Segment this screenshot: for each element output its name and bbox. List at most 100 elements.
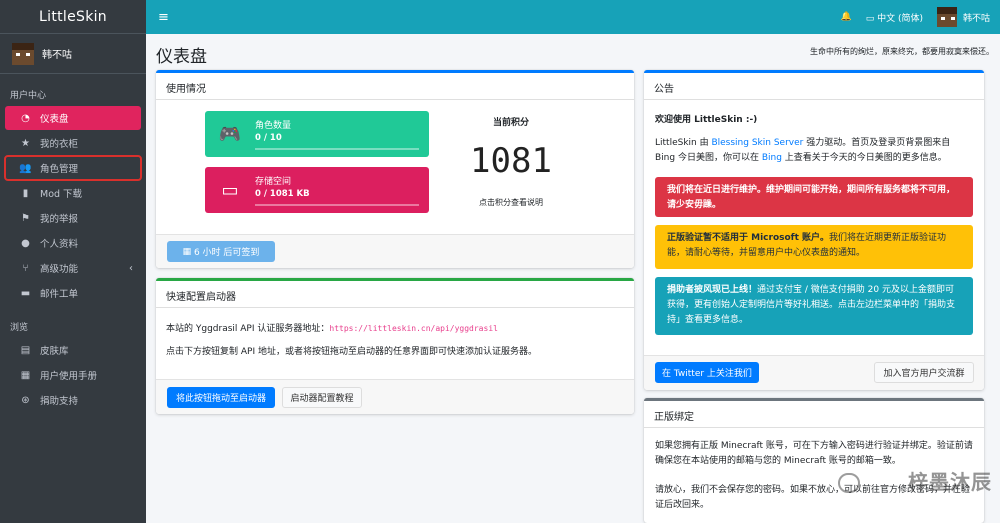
announcement-card-title: 公告	[644, 73, 984, 100]
launcher-instructions: 点击下方按钮复制 API 地址，或者将按钮拖动至启动器的任意界面即可快速添加认证…	[166, 347, 537, 357]
brand-logo[interactable]: LittleSkin	[0, 0, 146, 34]
calendar-icon: ▦	[182, 246, 194, 257]
announcement-card-footer: 在 Twitter 上关注我们 加入官方用户交流群	[644, 355, 984, 390]
announcement-card: 公告 欢迎使用 LittleSkin :-) LittleSkin 由 Bles…	[644, 70, 984, 390]
bell-icon[interactable]: 🔔	[841, 12, 852, 22]
sidebar-item-label: 个人资料	[40, 239, 79, 250]
drag-to-launcher-button[interactable]: 将此按钮拖动至启动器	[167, 387, 275, 408]
user-icon: ●	[21, 237, 30, 249]
score-hint: 点击积分查看说明	[479, 198, 543, 207]
sidebar-item-label: 用户使用手册	[40, 371, 98, 382]
launcher-card: 快速配置启动器 本站的 Yggdrasil API 认证服务器地址：https:…	[156, 278, 634, 414]
branch-icon: ⑂	[22, 262, 29, 274]
dashboard-icon: ◔	[21, 112, 30, 124]
storage-progress	[255, 204, 419, 206]
launcher-card-title: 快速配置启动器	[156, 281, 634, 308]
top-navbar: ≡ 🔔 ▭ 中文 (简体) 韩不咕	[146, 0, 1000, 34]
nav-header-user-center: 用户中心	[10, 91, 47, 101]
sidebar-item-label: 我的举报	[40, 214, 79, 225]
sidebar: LittleSkin 韩不咕 用户中心 ◔ 仪表盘 ★ 我的衣柜 👥 角色管理 …	[0, 0, 146, 523]
language-label: 中文 (简体)	[877, 13, 923, 24]
api-line-prefix: 本站的 Yggdrasil API 认证服务器地址：	[166, 324, 330, 334]
sidebar-item-profile[interactable]: ● 个人资料	[5, 231, 141, 255]
sidebar-item-dashboard[interactable]: ◔ 仪表盘	[5, 106, 141, 130]
page-title: 仪表盘	[156, 47, 207, 67]
mail-icon: ▬	[20, 287, 31, 299]
maintenance-alert: 我们将在近日进行维护。维护期间可能开始，期间所有服务都将不可用，请少安毋躁。	[655, 177, 973, 217]
hdd-icon: ▭	[221, 179, 239, 201]
announcement-intro: LittleSkin 由 Blessing Skin Server 强力驱动。首…	[655, 136, 973, 166]
players-value: 0 / 10	[255, 133, 282, 143]
sidebar-username: 韩不咕	[42, 50, 72, 61]
flag-icon: ⚑	[21, 212, 30, 224]
binding-paragraph-1: 如果您拥有正版 Minecraft 账号，可在下方输入密码进行验证并绑定。验证前…	[655, 441, 973, 466]
hamburger-menu-icon[interactable]: ≡	[158, 10, 169, 25]
players-info-box: 🎮 角色数量 0 / 10	[205, 111, 429, 157]
sidebar-item-label: 仪表盘	[40, 114, 69, 125]
players-label: 角色数量	[255, 121, 292, 131]
user-panel[interactable]: 韩不咕	[0, 34, 146, 74]
sidebar-item-label: 皮肤库	[40, 346, 69, 357]
sidebar-item-skinlib[interactable]: ▤ 皮肤库	[5, 338, 141, 362]
language-switcher[interactable]: ▭ 中文 (简体)	[866, 11, 923, 24]
storage-value: 0 / 1081 KB	[255, 189, 310, 199]
intro-text-a: LittleSkin 由	[655, 138, 712, 148]
star-icon: ★	[21, 137, 30, 149]
cape-alert: 捐助者披风现已上线！通过支付宝 / 微信支付捐助 20 元及以上金额即可获得，更…	[655, 277, 973, 335]
user-avatar	[12, 42, 34, 65]
user-menu[interactable]: 韩不咕	[936, 7, 990, 27]
nav-header-explore: 浏览	[10, 323, 29, 333]
book-icon: ▮	[22, 187, 29, 199]
launcher-api-line: 本站的 Yggdrasil API 认证服务器地址：https://little…	[166, 321, 626, 337]
chevron-left-icon: ‹	[129, 262, 133, 274]
sidebar-item-closet[interactable]: ★ 我的衣柜	[5, 131, 141, 155]
intro-text-c: 上查看关于今天的今日美图的更多信息。	[781, 153, 947, 163]
storage-label: 存储空间	[255, 177, 292, 187]
twitter-follow-button[interactable]: 在 Twitter 上关注我们	[655, 362, 759, 383]
wechat-watermark-icon	[838, 473, 860, 493]
motto-text: 生命中所有的绚烂，原来终究，都要用寂寞来偿还。	[810, 47, 994, 56]
usage-card: 使用情况 🎮 角色数量 0 / 10 ▭ 存储空间 0 / 1081 KB 当前…	[156, 70, 634, 268]
gamepad-icon: 🎮	[218, 123, 242, 145]
watermark-text: 梓墨沐辰	[908, 470, 992, 494]
sidebar-item-players[interactable]: 👥 角色管理	[4, 155, 142, 181]
sidebar-item-label: Mod 下载	[40, 189, 83, 200]
usage-card-footer: ▦ 6 小时 后可签到	[156, 234, 634, 268]
launcher-tutorial-button[interactable]: 启动器配置教程	[282, 387, 362, 408]
binding-card: 正版绑定 如果您拥有正版 Minecraft 账号，可在下方输入密码进行验证并绑…	[644, 398, 984, 523]
sidebar-item-reports[interactable]: ⚑ 我的举报	[5, 206, 141, 230]
sidebar-item-label: 角色管理	[40, 164, 79, 175]
donate-icon: ⊛	[21, 394, 30, 406]
language-icon: ▭	[865, 13, 878, 24]
top-username: 韩不咕	[962, 13, 990, 24]
blessing-skin-link[interactable]: Blessing Skin Server	[711, 138, 803, 148]
alert-maintenance-text: 我们将在近日进行维护。维护期间可能开始，期间所有服务都将不可用，请少安毋躁。	[667, 185, 956, 210]
microsoft-alert: 正版验证暂不适用于 Microsoft 账户。我们将在近期更新正版验证功能，请耐…	[655, 225, 973, 269]
sidebar-item-advanced[interactable]: ⑂ 高级功能 ‹	[5, 256, 141, 280]
score-value[interactable]: 1081	[446, 141, 576, 181]
sidebar-item-label: 捐助支持	[40, 396, 79, 407]
alert-cape-bold: 捐助者披风现已上线！	[667, 285, 758, 295]
sign-button[interactable]: ▦ 6 小时 后可签到	[167, 241, 275, 262]
binding-card-title: 正版绑定	[644, 401, 984, 428]
players-progress	[255, 148, 419, 150]
usage-card-title: 使用情况	[156, 73, 634, 100]
sidebar-item-manual[interactable]: ▦ 用户使用手册	[5, 363, 141, 387]
sidebar-item-mod-download[interactable]: ▮ Mod 下载	[5, 181, 141, 205]
top-avatar	[936, 7, 957, 27]
launcher-card-footer: 将此按钮拖动至启动器 启动器配置教程	[156, 379, 634, 414]
join-group-button[interactable]: 加入官方用户交流群	[874, 362, 974, 383]
sidebar-item-donate[interactable]: ⊛ 捐助支持	[5, 388, 141, 412]
users-icon: 👥	[19, 162, 32, 174]
score-title: 当前积分	[492, 118, 529, 128]
alert-microsoft-bold: 正版验证暂不适用于 Microsoft 账户。	[667, 233, 830, 243]
sidebar-item-label: 邮件工单	[40, 289, 79, 300]
sidebar-item-tickets[interactable]: ▬ 邮件工单	[5, 281, 141, 305]
sign-button-label: 6 小时 后可签到	[193, 248, 260, 258]
api-url: https://littleskin.cn/api/yggdrasil	[329, 324, 498, 333]
sidebar-item-label: 我的衣柜	[40, 139, 79, 150]
archive-icon: ▤	[20, 344, 31, 356]
sidebar-item-label: 高级功能	[40, 264, 79, 275]
content-header: 仪表盘 生命中所有的绚烂，原来终究，都要用寂寞来偿还。	[146, 34, 1000, 70]
bing-link[interactable]: Bing	[762, 153, 782, 163]
